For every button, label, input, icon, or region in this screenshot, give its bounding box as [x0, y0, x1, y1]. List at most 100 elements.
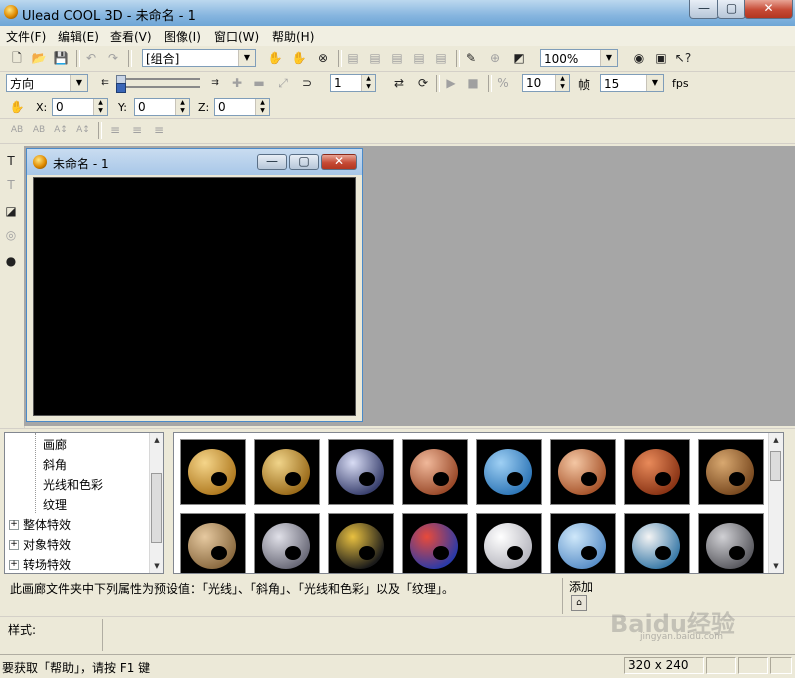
scroll-thumb[interactable]: [151, 473, 162, 543]
refresh-icon[interactable]: ⟳: [414, 74, 432, 92]
align-center-icon[interactable]: ≡: [128, 121, 146, 139]
gallery-scrollbar[interactable]: ▲ ▼: [768, 433, 783, 573]
zoom-combo[interactable]: 100% ▼: [540, 49, 618, 67]
close-button[interactable]: ✕: [744, 0, 793, 19]
expand-icon[interactable]: +: [9, 540, 19, 550]
align-left-icon[interactable]: ≡: [106, 121, 124, 139]
rotate-hand-icon[interactable]: ✋: [290, 49, 308, 67]
minimize-button[interactable]: —: [689, 0, 719, 19]
align-icon-2[interactable]: ▤: [366, 49, 384, 67]
undo-icon[interactable]: ↶: [82, 49, 100, 67]
insert-text-icon[interactable]: T: [2, 152, 20, 170]
maximize-button[interactable]: ▢: [717, 0, 746, 19]
render-icon[interactable]: ◉: [630, 49, 648, 67]
next-key-icon[interactable]: ⇉: [206, 74, 224, 92]
text-style-icon-3[interactable]: A↕: [52, 121, 70, 139]
frame-spinner[interactable]: 1 ▲ ▼: [330, 74, 376, 92]
chevron-down-icon[interactable]: ▼: [600, 50, 617, 66]
tree-item-transition-effects[interactable]: 转场特效: [23, 556, 71, 573]
preset-thumbnail[interactable]: [180, 513, 246, 573]
preset-thumbnail[interactable]: [402, 513, 468, 573]
preset-thumbnail[interactable]: [550, 439, 616, 505]
frames-total-spinner[interactable]: 10 ▲ ▼: [522, 74, 570, 92]
help-pointer-icon[interactable]: ↖?: [674, 49, 692, 67]
object-combo[interactable]: [组合] ▼: [142, 49, 256, 67]
preset-thumbnail[interactable]: [180, 439, 246, 505]
text-style-icon-2[interactable]: AB: [30, 121, 48, 139]
align-icon-3[interactable]: ▤: [388, 49, 406, 67]
tree-item-object-effects[interactable]: 对象特效: [23, 536, 71, 553]
expand-icon[interactable]: +: [9, 560, 19, 570]
preset-thumbnail[interactable]: [402, 439, 468, 505]
edit-graphic-icon[interactable]: ◎: [2, 226, 20, 244]
hand-move-icon[interactable]: ✋: [266, 49, 284, 67]
chevron-down-icon[interactable]: ▼: [238, 50, 255, 66]
preset-thumbnail[interactable]: [624, 513, 690, 573]
doc-minimize-button[interactable]: —: [257, 154, 287, 170]
chevron-down-icon[interactable]: ▼: [646, 75, 663, 91]
align-icon-1[interactable]: ▤: [344, 49, 362, 67]
open-folder-icon[interactable]: 📂: [30, 49, 48, 67]
text-style-icon-4[interactable]: A↕: [74, 121, 92, 139]
menu-image[interactable]: 图像(I): [164, 28, 201, 45]
position-hand-icon[interactable]: ✋: [8, 98, 26, 116]
scroll-down-icon[interactable]: ▼: [769, 559, 783, 573]
percent-icon[interactable]: %: [494, 74, 512, 92]
swap-icon[interactable]: ⇄: [390, 74, 408, 92]
doc-close-button[interactable]: ✕: [321, 154, 357, 170]
menu-edit[interactable]: 编辑(E): [58, 28, 99, 45]
add-key-icon[interactable]: ✚: [228, 74, 246, 92]
scroll-up-icon[interactable]: ▲: [769, 433, 783, 447]
preset-thumbnail[interactable]: [698, 439, 764, 505]
spinner-arrows-icon[interactable]: ▲ ▼: [175, 99, 189, 115]
save-icon[interactable]: 💾: [52, 49, 70, 67]
preset-thumbnail[interactable]: [624, 439, 690, 505]
tree-item-gallery[interactable]: 画廊: [43, 436, 67, 453]
menu-window[interactable]: 窗口(W): [214, 28, 259, 45]
align-icon-4[interactable]: ▤: [410, 49, 428, 67]
spinner-arrows-icon[interactable]: ▲ ▼: [361, 75, 375, 91]
spinner-arrows-icon[interactable]: ▲ ▼: [555, 75, 569, 91]
scroll-thumb[interactable]: [770, 451, 781, 481]
preset-thumbnail[interactable]: [254, 513, 320, 573]
range-slider-handle[interactable]: [116, 83, 126, 93]
loop-icon[interactable]: ⊃: [298, 74, 316, 92]
scroll-down-icon[interactable]: ▼: [150, 559, 163, 573]
align-icon-5[interactable]: ▤: [432, 49, 450, 67]
y-spinner[interactable]: 0 ▲ ▼: [134, 98, 190, 116]
preset-thumbnail[interactable]: [254, 439, 320, 505]
add-preset-icon[interactable]: ⌂: [571, 595, 587, 611]
menu-help[interactable]: 帮助(H): [272, 28, 314, 45]
edit-text-icon[interactable]: T: [2, 176, 20, 194]
preset-thumbnail[interactable]: [328, 439, 394, 505]
expand-icon[interactable]: +: [9, 520, 19, 530]
menu-file[interactable]: 文件(F): [6, 28, 46, 45]
redo-icon[interactable]: ↷: [104, 49, 122, 67]
spinner-arrows-icon[interactable]: ▲ ▼: [93, 99, 107, 115]
menu-view[interactable]: 查看(V): [110, 28, 152, 45]
new-file-icon[interactable]: 🗋: [8, 49, 26, 67]
timeline-slider-track[interactable]: [116, 78, 200, 80]
range-slider-track[interactable]: [116, 86, 200, 88]
remove-key-icon[interactable]: ▬: [250, 74, 268, 92]
light-icon[interactable]: ✎: [462, 49, 480, 67]
scroll-up-icon[interactable]: ▲: [150, 433, 163, 447]
globe-icon[interactable]: ⊕: [486, 49, 504, 67]
export-icon[interactable]: ▣: [652, 49, 670, 67]
z-spinner[interactable]: 0 ▲ ▼: [214, 98, 270, 116]
spinner-arrows-icon[interactable]: ▲ ▼: [255, 99, 269, 115]
stop-icon[interactable]: ■: [464, 74, 482, 92]
tree-scrollbar[interactable]: ▲ ▼: [149, 433, 163, 573]
text-style-icon-1[interactable]: AB: [8, 121, 26, 139]
3d-canvas[interactable]: [33, 177, 356, 416]
tree-item-bevel[interactable]: 斜角: [43, 456, 67, 473]
align-right-icon[interactable]: ≡: [150, 121, 168, 139]
play-icon[interactable]: ▶: [442, 74, 460, 92]
tree-item-texture[interactable]: 纹理: [43, 496, 67, 513]
geometric-object-icon[interactable]: ●: [2, 252, 20, 270]
direction-combo[interactable]: 方向 ▼: [6, 74, 88, 92]
preset-thumbnail[interactable]: [476, 439, 542, 505]
preset-thumbnail[interactable]: [698, 513, 764, 573]
tree-item-overall-effects[interactable]: 整体特效: [23, 516, 71, 533]
prev-key-icon[interactable]: ⇇: [96, 74, 114, 92]
